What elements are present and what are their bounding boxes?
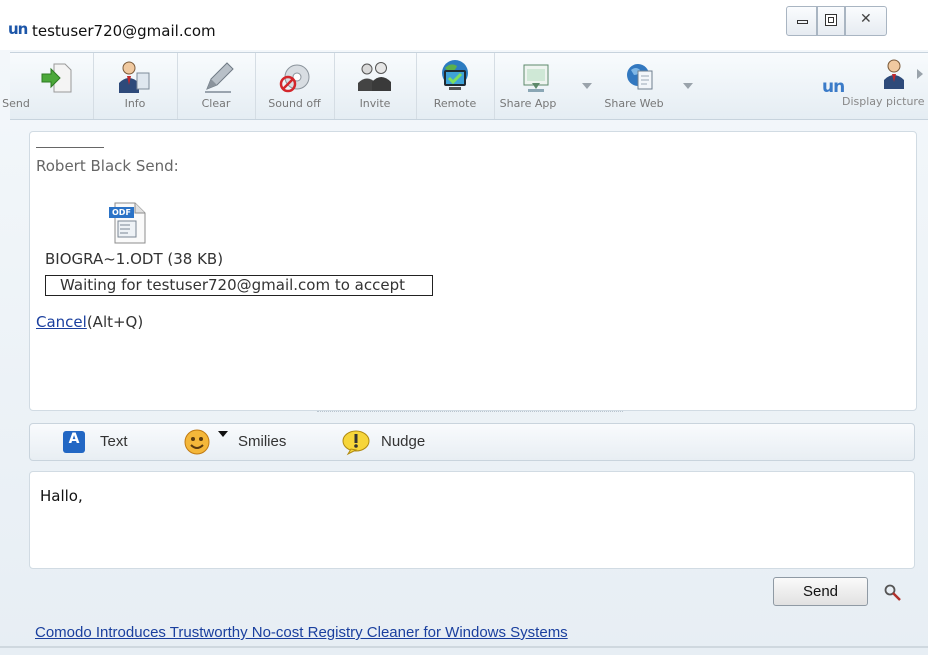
invite-button[interactable]: Invite xyxy=(334,53,417,119)
nudge-label: Nudge xyxy=(381,433,426,450)
share-app-label: Share App xyxy=(499,97,557,110)
smilies-dropdown-icon xyxy=(218,431,228,437)
invite-label: Invite xyxy=(359,97,391,110)
share-web-label: Share Web xyxy=(604,97,664,110)
info-button[interactable]: Info xyxy=(93,53,178,119)
format-bar: A Text Smilies Nudge xyxy=(29,423,915,461)
display-picture-arrow-icon xyxy=(917,69,923,79)
cancel-shortcut: (Alt+Q) xyxy=(86,313,144,331)
file-name: BIOGRA~1.ODT (38 KB) xyxy=(45,250,224,268)
promo-link[interactable]: Comodo Introduces Trustworthy No-cost Re… xyxy=(35,624,568,641)
sender-line: Robert Black Send: xyxy=(36,157,179,175)
transfer-status: Waiting for testuser720@gmail.com to acc… xyxy=(45,275,433,296)
send-file-label: Send xyxy=(2,97,30,110)
contact-info-icon xyxy=(119,61,150,93)
smiley-icon xyxy=(184,429,210,455)
minimize-icon xyxy=(797,20,808,24)
send-file-icon xyxy=(41,63,72,93)
file-transfer-icon: ODF xyxy=(107,201,149,245)
cancel-row: Cancel(Alt+Q) xyxy=(36,313,143,331)
nudge-icon xyxy=(342,430,370,456)
title-bar: un testuser720@gmail.com ✕ xyxy=(0,0,928,50)
share-app-icon xyxy=(523,64,549,92)
window-title: testuser720@gmail.com xyxy=(32,22,216,40)
smilies-label: Smilies xyxy=(238,433,287,450)
maximize-button[interactable] xyxy=(817,6,845,36)
sound-off-label: Sound off xyxy=(268,97,321,110)
splitter-handle[interactable] xyxy=(317,411,623,418)
close-button[interactable]: ✕ xyxy=(845,6,887,36)
text-format-label: Text xyxy=(100,433,128,450)
text-format-button[interactable]: A Text xyxy=(63,424,143,460)
send-file-button[interactable]: Send xyxy=(2,53,94,119)
file-type-badge: ODF xyxy=(109,207,134,218)
nudge-button[interactable]: Nudge xyxy=(341,424,451,460)
im-chat-window: un testuser720@gmail.com ✕ Send Info Cle… xyxy=(0,0,928,655)
clear-label: Clear xyxy=(201,97,231,110)
invite-people-icon xyxy=(358,62,391,91)
send-message-button[interactable]: Send xyxy=(773,577,868,606)
close-icon: ✕ xyxy=(860,11,872,27)
share-app-button[interactable]: Share App xyxy=(494,53,604,119)
text-format-icon: A xyxy=(63,431,85,453)
display-picture-icon xyxy=(884,59,904,89)
smilies-button[interactable]: Smilies xyxy=(183,424,303,460)
share-web-button[interactable]: Share Web xyxy=(604,53,714,119)
display-picture-button[interactable]: Display picture xyxy=(832,53,928,119)
share-web-icon xyxy=(627,64,653,90)
sound-off-button[interactable]: Sound off xyxy=(255,53,335,119)
info-label: Info xyxy=(124,97,146,110)
sound-off-icon xyxy=(279,64,310,93)
toolbar: Send Info Clear Sound off Invite Remote … xyxy=(2,52,928,120)
cancel-link[interactable]: Cancel xyxy=(36,313,87,331)
window-controls: ✕ xyxy=(786,6,922,36)
app-logo: un xyxy=(8,20,28,38)
minimize-button[interactable] xyxy=(786,6,817,36)
remote-desktop-icon xyxy=(442,60,468,90)
share-web-dropdown-icon[interactable] xyxy=(683,83,693,89)
remote-label: Remote xyxy=(433,97,477,110)
search-icon[interactable] xyxy=(883,583,903,603)
message-divider xyxy=(36,147,104,148)
pencil-icon xyxy=(205,62,234,93)
display-picture-label: Display picture xyxy=(842,95,925,108)
share-app-dropdown-icon[interactable] xyxy=(582,83,592,89)
message-input[interactable]: Hallo, xyxy=(29,471,915,569)
clear-button[interactable]: Clear xyxy=(177,53,256,119)
status-bar-divider xyxy=(0,646,928,648)
remote-button[interactable]: Remote xyxy=(416,53,495,119)
